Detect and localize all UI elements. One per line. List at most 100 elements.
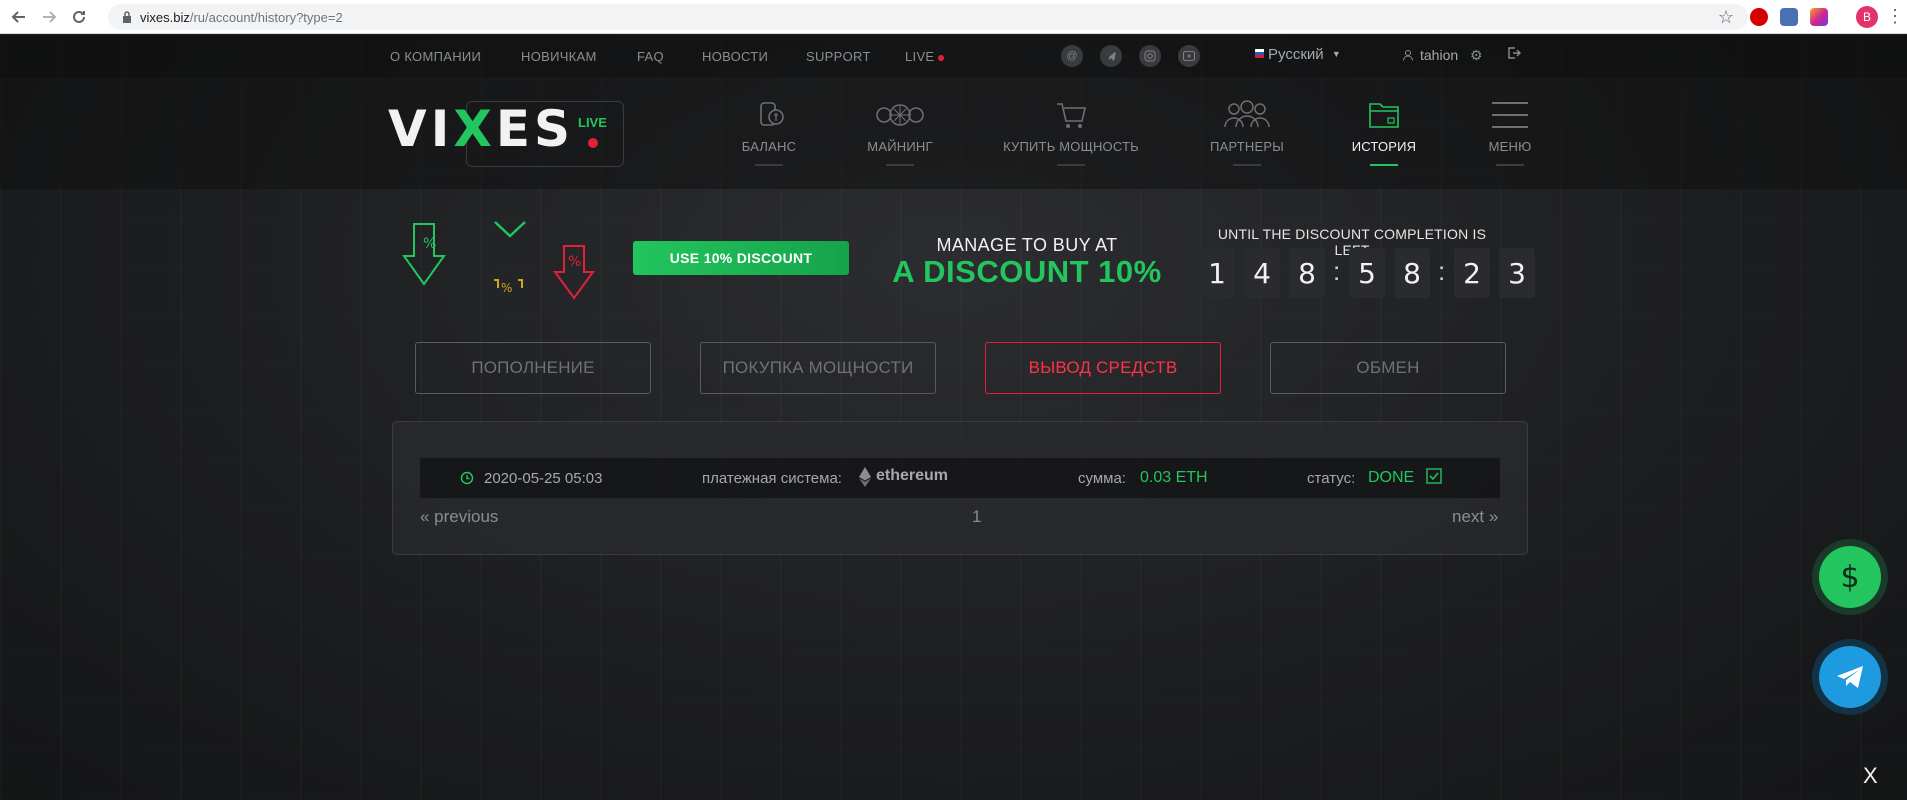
top-bar [0,35,1907,77]
nav-balance-underline [755,164,783,166]
instagram-extension-icon[interactable] [1810,8,1828,26]
nav-history[interactable]: ИСТОРИЯ [1348,97,1420,166]
nav-balance[interactable]: БАЛАНС [731,97,807,166]
user-icon [1403,50,1413,61]
live-indicator-dot [938,54,945,61]
toplink-news[interactable]: НОВОСТИ [702,49,768,64]
bookmark-star-icon[interactable]: ☆ [1718,7,1734,28]
main-nav-bar [0,77,1907,189]
username: tahion [1420,47,1459,63]
settings-gear-icon[interactable]: ⚙ [1470,47,1483,63]
deposit-float-button[interactable]: $ [1812,539,1888,615]
nav-menu[interactable]: МЕНЮ [1478,97,1542,166]
svg-text:%: % [501,281,512,295]
nav-partners[interactable]: ПАРТНЕРЫ [1207,97,1287,166]
nav-history-label: ИСТОРИЯ [1351,139,1417,154]
address-bar[interactable]: vixes.biz/ru/account/history?type=2 ☆ [108,4,1748,30]
svg-text:%: % [568,254,581,270]
close-float-button[interactable]: X [1863,763,1878,789]
tab-withdrawal[interactable]: ВЫВОД СРЕДСТВ [985,342,1221,394]
status-badge: DONE [1368,469,1415,486]
svg-text:%: % [423,236,436,252]
russia-flag-icon [1255,49,1264,58]
countdown-digit: 3 [1499,248,1535,298]
clock-icon [460,471,474,485]
status-label: статус: [1307,470,1356,487]
tab-power-purchase[interactable]: ПОКУПКА МОЩНОСТИ [700,342,936,394]
discount-arrows-illustration: % % % [402,221,595,300]
nav-mining-underline [886,164,914,166]
checkbox-checked-icon [1426,468,1442,484]
hamburger-icon [1492,102,1528,128]
language-label: Русский [1268,46,1324,63]
nav-partners-label: ПАРТНЕРЫ [1210,139,1284,154]
nav-menu-underline [1496,164,1524,166]
payment-system-name: ethereum [876,467,949,484]
countdown-separator: : [1333,256,1341,286]
cart-icon [1057,103,1087,128]
pagination-next[interactable]: next » [1452,507,1498,527]
logo-text-x: X [453,100,496,158]
toplink-faq[interactable]: FAQ [637,49,664,64]
toplink-company[interactable]: О КОМПАНИИ [390,49,481,64]
logo-text-start: VI [388,100,454,158]
logout-icon[interactable] [1507,46,1521,63]
promo-discount-text: A DISCOUNT 10% [892,254,1162,289]
folder-icon [1369,103,1399,128]
coins-icon [760,102,784,126]
promo-headline: MANAGE TO BUY AT [936,235,1118,255]
instagram-social-icon[interactable] [1139,45,1161,67]
youtube-social-icon[interactable] [1178,45,1200,67]
pagination-page[interactable]: 1 [972,507,981,527]
logo-text-end: ES [495,100,575,158]
logo-live-label: LIVE [578,115,607,130]
opera-extension-icon[interactable] [1750,8,1768,26]
forward-icon[interactable] [38,6,60,28]
url-path: /ru/account/history?type=2 [189,9,343,25]
countdown-digit: 5 [1349,248,1385,298]
nav-history-underline [1370,164,1398,166]
toplink-newbies[interactable]: НОВИЧКАМ [521,49,597,64]
profile-avatar[interactable]: B [1856,6,1878,28]
tab-deposit[interactable]: ПОПОЛНЕНИЕ [415,342,651,394]
nav-mining[interactable]: МАЙНИНГ [858,97,942,166]
people-icon [1224,100,1270,128]
toplink-live[interactable]: LIVE [905,49,945,64]
countdown-digit: 8 [1394,248,1430,298]
browser-menu-icon[interactable]: ⋮ [1886,6,1904,27]
browser-toolbar: vixes.biz/ru/account/history?type=2 ☆ B … [0,0,1907,34]
telegram-social-icon[interactable] [1100,45,1122,67]
countdown-digit: 1 [1199,248,1235,298]
countdown-digit: 8 [1289,248,1325,298]
site-viewport [0,35,1907,800]
nav-partners-underline [1233,164,1261,166]
back-icon[interactable] [8,6,30,28]
chevron-down-icon: ▼ [1331,49,1341,59]
nav-buy-power[interactable]: КУПИТЬ МОЩНОСТЬ [1003,97,1139,166]
user-menu[interactable]: tahion ⚙ [1402,47,1483,64]
tab-exchange[interactable]: ОБМЕН [1270,342,1506,394]
lock-extension-icon[interactable] [1780,8,1798,26]
lock-icon [123,11,131,23]
site-logo[interactable]: VIXES [388,100,574,158]
telegram-icon [1819,646,1881,708]
nav-mining-label: МАЙНИНГ [867,139,933,154]
countdown-digit: 2 [1454,248,1490,298]
toplink-support[interactable]: SUPPORT [806,49,871,64]
pagination-previous[interactable]: « previous [420,507,498,527]
email-icon[interactable]: @ [1061,45,1083,67]
amount-label: сумма: [1078,470,1126,487]
nav-buy-power-label: КУПИТЬ МОЩНОСТЬ [1003,139,1139,154]
fans-icon [876,104,924,126]
row-date: 2020-05-25 05:03 [484,470,603,487]
reload-icon[interactable] [68,6,90,28]
dollar-icon: $ [1819,546,1881,608]
use-discount-button[interactable]: USE 10% DISCOUNT [633,241,849,275]
telegram-float-button[interactable] [1812,639,1888,715]
url-host: vixes.biz [140,9,190,25]
language-selector[interactable]: Русский ▼ [1255,46,1341,63]
ethereum-icon [859,467,871,487]
amount-value: 0.03 ETH [1140,469,1208,486]
countdown-separator: : [1438,256,1446,286]
countdown-digit: 4 [1244,248,1280,298]
